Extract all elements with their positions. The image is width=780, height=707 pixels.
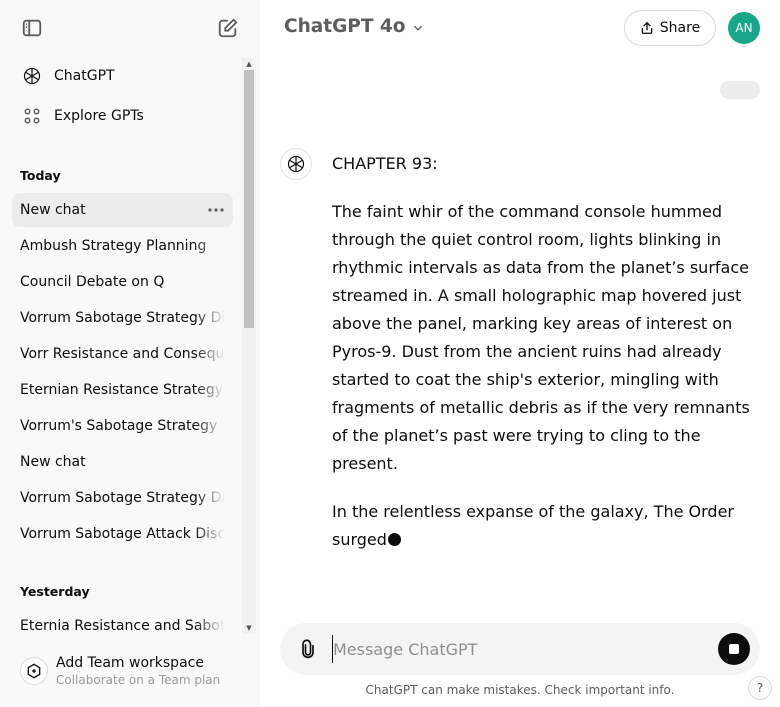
new-chat-button[interactable]	[212, 12, 244, 44]
nav-item-label: ChatGPT	[54, 68, 115, 84]
scroll-down-arrow-icon[interactable]: ▼	[245, 624, 253, 632]
openai-logo-icon	[20, 64, 44, 88]
stop-icon	[729, 644, 739, 654]
chat-item[interactable]: New chat	[12, 445, 233, 479]
sidebar-toggle-icon	[22, 19, 42, 37]
avatar[interactable]: AN	[728, 12, 760, 44]
paperclip-icon	[302, 639, 314, 659]
sidebar-scrollbar[interactable]: ▲ ▼	[242, 58, 256, 634]
chat-item[interactable]: Vorrum Sabotage Attack Discussion	[12, 517, 233, 551]
chat-item-title: New chat	[20, 202, 86, 218]
disclaimer: ChatGPT can make mistakes. Check importa…	[365, 683, 675, 697]
assistant-message: CHAPTER 93: The faint whir of the comman…	[332, 150, 762, 574]
message-input[interactable]	[332, 635, 702, 663]
nav-item-chatgpt[interactable]: ChatGPT	[12, 58, 233, 94]
chat-item-title: Ambush Strategy Planning	[20, 238, 207, 254]
main-chat-area: ChatGPT 4o Share AN CHAPTER 93: The fain…	[260, 0, 780, 707]
chat-item-title: Eternia Resistance and Sabotage	[20, 618, 225, 634]
sidebar-scroll-area: ChatGPT Explore GPTs Today New chat Ambu…	[0, 56, 244, 636]
section-label-yesterday: Yesterday	[20, 584, 90, 599]
message-paragraph: The faint whir of the command console hu…	[332, 202, 750, 473]
nav-item-explore-gpts[interactable]: Explore GPTs	[12, 98, 233, 134]
assistant-avatar	[280, 148, 312, 180]
team-workspace-icon	[20, 657, 48, 685]
chat-item[interactable]: Vorrum Sabotage Strategy Discussion	[12, 481, 233, 515]
model-name: ChatGPT 4o	[284, 16, 406, 37]
message-paragraph-streaming: In the relentless expanse of the galaxy,…	[332, 498, 762, 554]
more-options-icon[interactable]	[207, 201, 225, 219]
chat-item-title: Eternian Resistance Strategy	[20, 382, 223, 398]
chat-item-title: New chat	[20, 454, 86, 470]
chat-item[interactable]: Council Debate on Q	[12, 265, 233, 299]
message-heading: CHAPTER 93:	[332, 154, 438, 173]
share-button[interactable]: Share	[624, 10, 716, 46]
chat-item[interactable]: Eternia Resistance and Sabotage	[12, 609, 233, 636]
chat-item-title: Vorrum Sabotage Attack Discussion	[20, 526, 225, 542]
chat-item-title: Vorrum Sabotage Strategy Discussion	[20, 310, 225, 326]
model-selector[interactable]: ChatGPT 4o	[284, 16, 425, 37]
chat-item[interactable]: Eternian Resistance Strategy	[12, 373, 233, 407]
team-workspace-subtitle: Collaborate on a Team plan	[56, 673, 221, 687]
nav-item-label: Explore GPTs	[54, 108, 144, 124]
streaming-cursor	[387, 533, 401, 546]
sidebar: ChatGPT Explore GPTs Today New chat Ambu…	[0, 0, 260, 707]
chat-item-active[interactable]: New chat	[12, 193, 233, 227]
chevron-down-icon	[414, 25, 423, 31]
user-message-bubble	[720, 81, 760, 99]
chat-item[interactable]: Vorr Resistance and Consequences	[12, 337, 233, 371]
section-label-today: Today	[20, 168, 61, 183]
composer	[280, 623, 760, 675]
chat-item[interactable]: Ambush Strategy Planning	[12, 229, 233, 263]
share-icon	[641, 22, 653, 34]
grid-icon	[20, 104, 44, 128]
compose-icon	[218, 18, 238, 38]
chat-item-title: Vorrum's Sabotage Strategy	[20, 418, 218, 434]
add-team-workspace-button[interactable]: Add Team workspace Collaborate on a Team…	[12, 648, 244, 694]
chat-item-title: Council Debate on Q	[20, 274, 165, 290]
sidebar-top-bar	[12, 12, 248, 44]
stop-generating-button[interactable]	[718, 633, 750, 665]
scrollbar-thumb[interactable]	[244, 70, 254, 328]
share-label: Share	[659, 20, 701, 36]
attach-button[interactable]	[296, 637, 320, 661]
toggle-sidebar-button[interactable]	[16, 12, 48, 44]
help-button[interactable]: ?	[748, 676, 772, 700]
chat-item[interactable]: Vorrum Sabotage Strategy Discussion	[12, 301, 233, 335]
scroll-up-arrow-icon[interactable]: ▲	[245, 60, 253, 68]
team-workspace-title: Add Team workspace	[56, 655, 204, 671]
chat-item-title: Vorr Resistance and Consequences	[20, 346, 225, 362]
openai-logo-icon	[287, 155, 305, 173]
chat-item-title: Vorrum Sabotage Strategy Discussion	[20, 490, 225, 506]
chat-item[interactable]: Vorrum's Sabotage Strategy	[12, 409, 233, 443]
